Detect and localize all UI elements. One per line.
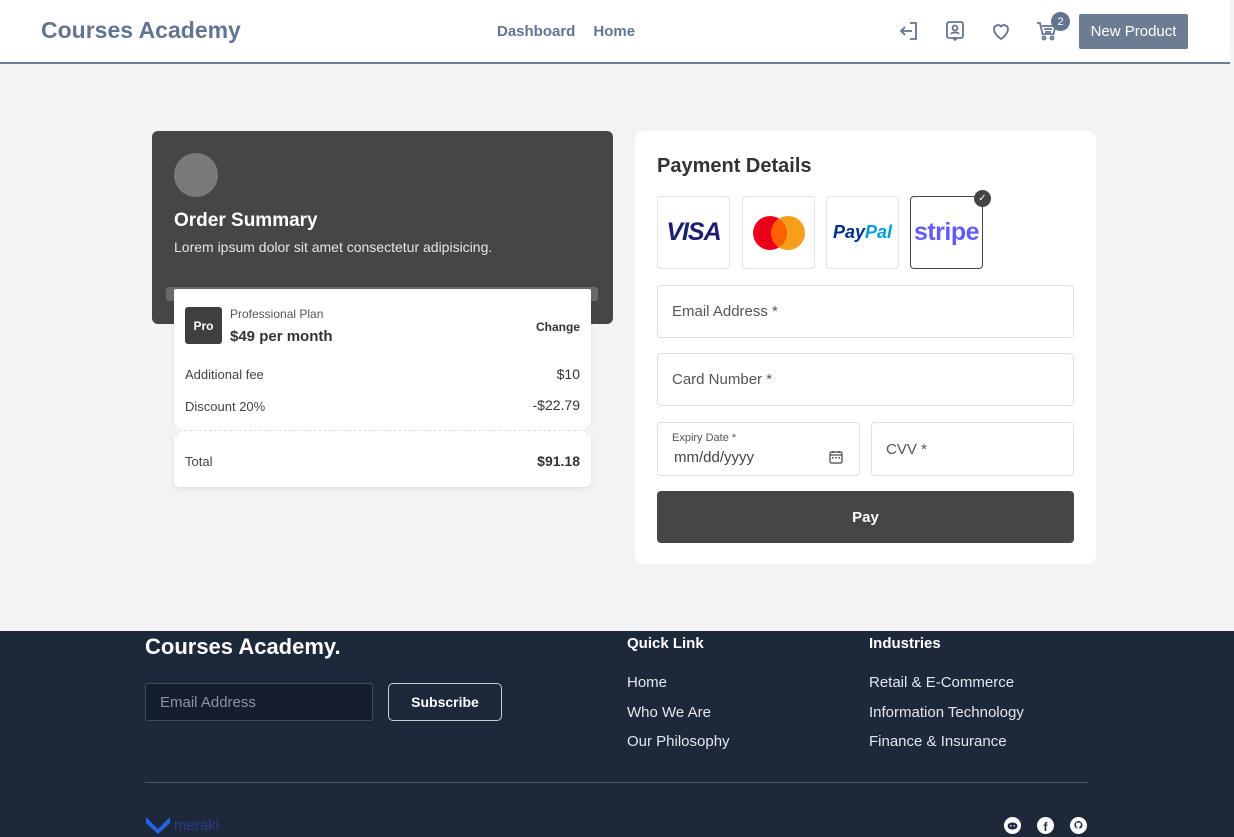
subscribe-button[interactable]: Subscribe: [388, 683, 502, 721]
email-field[interactable]: [657, 285, 1074, 338]
expiry-date-field[interactable]: Expiry Date * mm/dd/yyyy: [657, 422, 860, 476]
reddit-icon[interactable]: [1004, 817, 1021, 834]
additional-fee-label: Additional fee: [185, 367, 264, 382]
visa-method[interactable]: VISA: [657, 196, 730, 269]
payment-details-card: Payment Details VISA PayPal stripe ✓ Exp…: [635, 131, 1096, 564]
footer-link-our-philosophy[interactable]: Our Philosophy: [627, 733, 730, 750]
card-number-field[interactable]: [657, 353, 1074, 406]
footer: Courses Academy. Subscribe Quick Link Ho…: [0, 631, 1234, 837]
cart-count-badge: 2: [1051, 12, 1070, 31]
pay-button[interactable]: Pay: [657, 491, 1074, 543]
total-value: $91.18: [537, 453, 580, 469]
footer-logo-text: meraki: [174, 816, 220, 834]
github-icon[interactable]: [1070, 817, 1087, 834]
newsletter-email-input[interactable]: [145, 683, 373, 721]
ticket-divider: [168, 425, 597, 438]
stripe-method[interactable]: stripe ✓: [910, 190, 991, 269]
footer-brand: Courses Academy.: [145, 634, 341, 659]
footer-link-it[interactable]: Information Technology: [869, 704, 1024, 721]
facebook-icon[interactable]: f: [1037, 817, 1054, 834]
order-summary-title: Order Summary: [174, 210, 318, 231]
change-plan-link[interactable]: Change: [536, 320, 580, 334]
plan-name: Professional Plan: [230, 307, 324, 321]
heart-icon[interactable]: [988, 18, 1014, 44]
footer-link-who-we-are[interactable]: Who We Are: [627, 704, 711, 721]
top-header: Courses Academy Dashboard Home 2 New Pro…: [0, 0, 1230, 64]
selected-check-icon: ✓: [974, 190, 991, 207]
quick-link-heading: Quick Link: [627, 635, 704, 652]
additional-fee-value: $10: [556, 366, 580, 382]
avatar: [174, 153, 218, 197]
profile-icon[interactable]: [942, 18, 968, 44]
paypal-method[interactable]: PayPal: [826, 196, 899, 269]
expiry-date-value: mm/dd/yyyy: [674, 449, 755, 466]
logout-icon[interactable]: [896, 18, 922, 44]
plan-price: $49 per month: [230, 328, 333, 345]
new-product-button[interactable]: New Product: [1079, 14, 1188, 49]
cvv-field[interactable]: [871, 422, 1074, 476]
mastercard-method[interactable]: [742, 196, 815, 269]
nav-home[interactable]: Home: [593, 23, 635, 40]
order-summary-subtitle: Lorem ipsum dolor sit amet consectetur a…: [174, 239, 493, 255]
discount-value: -$22.79: [532, 397, 580, 413]
discount-label: Discount 20%: [185, 399, 266, 414]
main-nav: Dashboard Home: [497, 23, 635, 40]
nav-dashboard[interactable]: Dashboard: [497, 23, 575, 40]
stripe-logo: stripe: [913, 218, 980, 246]
mastercard-logo: [752, 215, 805, 250]
brand-title[interactable]: Courses Academy: [41, 17, 241, 44]
visa-logo: VISA: [666, 218, 721, 246]
footer-divider: [145, 782, 1088, 783]
payment-details-title: Payment Details: [657, 155, 812, 177]
total-label: Total: [185, 454, 213, 469]
footer-link-retail[interactable]: Retail & E-Commerce: [869, 674, 1014, 691]
footer-link-finance[interactable]: Finance & Insurance: [869, 733, 1007, 750]
industries-heading: Industries: [869, 635, 941, 652]
footer-link-home[interactable]: Home: [627, 674, 667, 691]
order-details-card: Pro Professional Plan $49 per month Chan…: [168, 289, 597, 487]
expiry-date-label: Expiry Date *: [672, 432, 737, 444]
footer-logo[interactable]: meraki: [145, 815, 219, 835]
calendar-icon[interactable]: [829, 450, 843, 469]
plan-badge: Pro: [185, 307, 222, 344]
paypal-logo: PayPal: [832, 222, 893, 242]
meraki-logo-icon: [146, 817, 170, 834]
